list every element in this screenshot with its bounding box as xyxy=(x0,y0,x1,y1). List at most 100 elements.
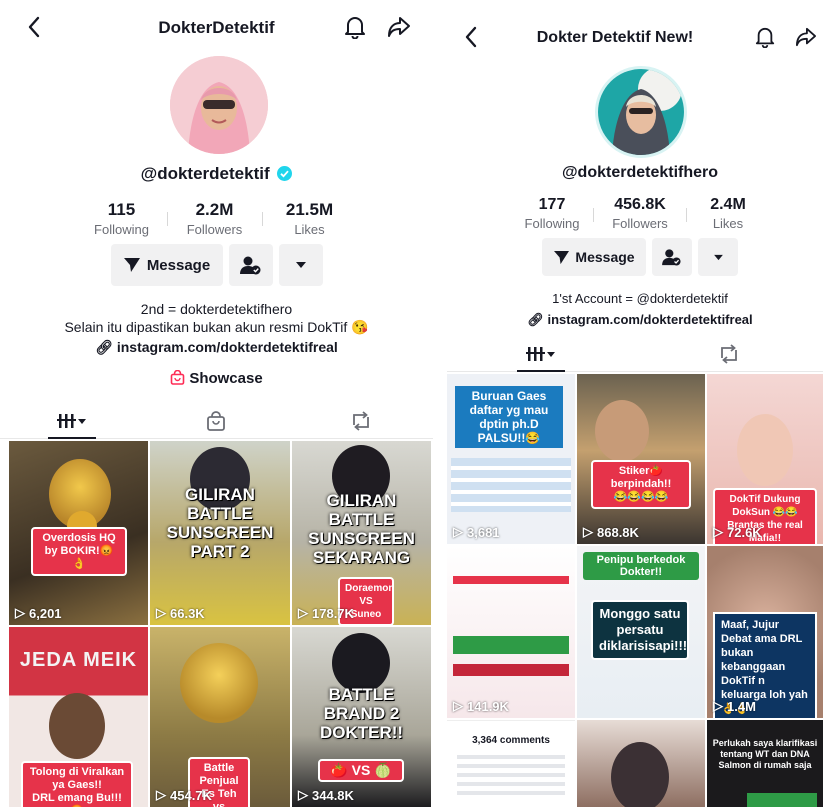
thumbnail-table xyxy=(451,458,571,512)
grid-videos-icon xyxy=(57,413,87,428)
username-handle: @dokterdetektifhero xyxy=(561,164,719,181)
video-grid: Overdosis HQ by BOKIR!😡👌 ▷ 6,201 GILIRAN … xyxy=(9,441,433,807)
view-count: ▷ 344.8K xyxy=(298,787,354,803)
share-icon[interactable] xyxy=(793,24,819,50)
video-thumbnail[interactable]: Perlukah saya klarifikasi tentang WT dan… xyxy=(707,720,823,807)
bio-line: 2nd = dokterdetektifhero xyxy=(140,301,293,317)
video-thumbnail[interactable]: Buruan Gaes daftar yg mau dptin ph.D PAL… xyxy=(447,374,575,544)
top-bar: Dokter Detektif New! xyxy=(447,0,823,50)
tab-reposts[interactable] xyxy=(635,336,823,371)
play-icon: ▷ xyxy=(156,605,166,620)
message-button[interactable]: Message xyxy=(542,238,646,276)
avatar[interactable] xyxy=(595,66,687,158)
content-tabs xyxy=(447,336,823,372)
send-icon xyxy=(554,250,570,264)
message-button[interactable]: Message xyxy=(110,244,223,286)
thumbnail-bar xyxy=(453,636,569,654)
more-options-button[interactable] xyxy=(278,244,323,286)
video-thumbnail[interactable]: 3,364 comments xyxy=(447,720,575,807)
video-thumbnail[interactable]: Stiker🍅 berpindah!! 😂😂😂😂 ▷ 868.8K xyxy=(577,374,705,544)
profile-title: Dokter Detektif New! xyxy=(536,29,694,46)
video-thumbnail[interactable] xyxy=(577,720,705,807)
stat-value: 177 xyxy=(538,196,566,213)
play-icon: ▷ xyxy=(583,524,593,539)
video-caption: GILIRAN BATTLE SUNSCREEN PART 2 xyxy=(166,485,274,561)
video-caption: 3,364 comments xyxy=(472,735,550,746)
more-options-button[interactable] xyxy=(698,238,738,276)
video-thumbnail[interactable]: GILIRAN BATTLE SUNSCREEN PART 2 ▷ 66.3K xyxy=(150,441,290,625)
view-count: ▷ 868.8K xyxy=(583,524,639,540)
video-thumbnail[interactable]: Maaf, Jujur Debat ama DRL bukan kebangga… xyxy=(707,546,823,718)
bio-line: Selain itu dipastikan bukan akun resmi D… xyxy=(64,319,369,335)
link-icon: 🔗︎ xyxy=(95,339,113,355)
bio-link[interactable]: 🔗︎ instagram.com/dokterdetektifreal xyxy=(457,311,823,329)
verified-badge-icon xyxy=(277,166,293,186)
bell-icon[interactable] xyxy=(342,14,368,40)
stat-following[interactable]: 115 Following xyxy=(77,200,167,237)
showcase-link[interactable]: Showcase xyxy=(0,369,433,390)
video-thumbnail[interactable]: ▷ 141.9K xyxy=(447,546,575,718)
video-thumbnail[interactable]: Penipu berkedok Dokter!! Monggo satu per… xyxy=(577,546,705,718)
video-caption: BATTLE BRAND 2 DOKTER!! xyxy=(319,685,404,742)
bio-link-text: instagram.com/dokterdetektifreal xyxy=(116,339,338,355)
stat-followers[interactable]: 456.8K Followers xyxy=(594,196,686,231)
bio-link-text: instagram.com/dokterdetektifreal xyxy=(547,312,753,327)
view-count-text: 1.4M xyxy=(727,698,756,714)
caption-line: 😂😂😂😂 xyxy=(613,491,669,503)
user-check-icon xyxy=(662,249,681,266)
avatar[interactable] xyxy=(170,56,268,154)
tab-videos[interactable] xyxy=(447,336,635,372)
stat-followers[interactable]: 2.2M Followers xyxy=(168,200,262,237)
stat-likes[interactable]: 2.4M Likes xyxy=(687,196,769,231)
bell-icon[interactable] xyxy=(752,24,778,50)
view-count-text: 454.7K xyxy=(170,787,212,803)
tab-shop[interactable] xyxy=(144,403,288,438)
play-icon: ▷ xyxy=(15,605,25,620)
tab-videos[interactable] xyxy=(0,403,144,439)
view-count: ▷ 454.7K xyxy=(156,787,212,803)
profile-panel-main: DokterDetektif @dokterdetektif 115 Follo… xyxy=(0,0,433,807)
play-icon: ▷ xyxy=(298,787,308,802)
thumbnail-image xyxy=(49,693,105,759)
caret-down-icon xyxy=(713,254,723,260)
video-thumbnail[interactable]: GILIRAN BATTLE SUNSCREEN SEKARANG Doraem… xyxy=(292,441,431,625)
profile-title: DokterDetektif xyxy=(158,18,275,37)
stat-following[interactable]: 177 Following xyxy=(511,196,593,231)
video-thumbnail[interactable]: Overdosis HQ by BOKIR!😡👌 ▷ 6,201 xyxy=(9,441,148,625)
stat-value: 2.2M xyxy=(195,200,234,219)
view-count-text: 66.3K xyxy=(170,605,205,621)
stat-value: 2.4M xyxy=(710,196,746,213)
play-icon: ▷ xyxy=(453,524,463,539)
stat-label: Following xyxy=(524,216,580,231)
send-icon xyxy=(123,258,140,272)
tab-reposts[interactable] xyxy=(289,403,433,438)
shopping-bag-icon xyxy=(170,369,185,390)
link-icon: 🔗︎ xyxy=(527,312,544,327)
action-buttons: Message xyxy=(457,238,823,276)
view-count: ▷ 141.9K xyxy=(453,698,509,714)
bio-link[interactable]: 🔗︎ instagram.com/dokterdetektifreal xyxy=(0,338,433,356)
friend-status-button[interactable] xyxy=(228,244,273,286)
video-thumbnail[interactable]: DokTif Dukung DokSun 😂😂 Brantas the real… xyxy=(707,374,823,544)
stat-label: Following xyxy=(94,222,149,237)
view-count-text: 3,681 xyxy=(467,524,500,540)
profile-panel-secondary: Dokter Detektif New! @dokterdetektifhero… xyxy=(447,0,823,807)
view-count: ▷ 3,681 xyxy=(453,524,500,540)
video-thumbnail[interactable]: JEDA MEIK Tolong di Viralkan ya Gaes!! D… xyxy=(9,627,148,807)
stat-likes[interactable]: 21.5M Likes xyxy=(263,200,357,237)
share-icon[interactable] xyxy=(386,14,412,40)
video-thumbnail[interactable]: BATTLE BRAND 2 DOKTER!! 🍅 VS 🍈 ▷ 344.8K xyxy=(292,627,431,807)
profile-stats: 115 Following 2.2M Followers 21.5M Likes xyxy=(0,200,433,237)
thumbnail-bar xyxy=(453,576,569,584)
caption-line: Tolong di Viralkan ya Gaes!! xyxy=(29,766,125,791)
grid-videos-icon xyxy=(526,346,555,361)
view-count-text: 72.6K xyxy=(727,524,762,540)
stat-value: 21.5M xyxy=(285,200,334,219)
video-caption: Monggo satu persatu diklarisisapi!!! xyxy=(591,600,689,660)
video-top-text: Penipu berkedok Dokter!! xyxy=(583,552,699,580)
video-caption: Buruan Gaes daftar yg mau dptin ph.D PAL… xyxy=(455,386,563,448)
thumbnail-bar xyxy=(453,664,569,676)
friend-status-button[interactable] xyxy=(652,238,692,276)
play-icon: ▷ xyxy=(156,787,166,802)
video-thumbnail[interactable]: Battle Penjual Es Teh vs ▷ 454.7K xyxy=(150,627,290,807)
